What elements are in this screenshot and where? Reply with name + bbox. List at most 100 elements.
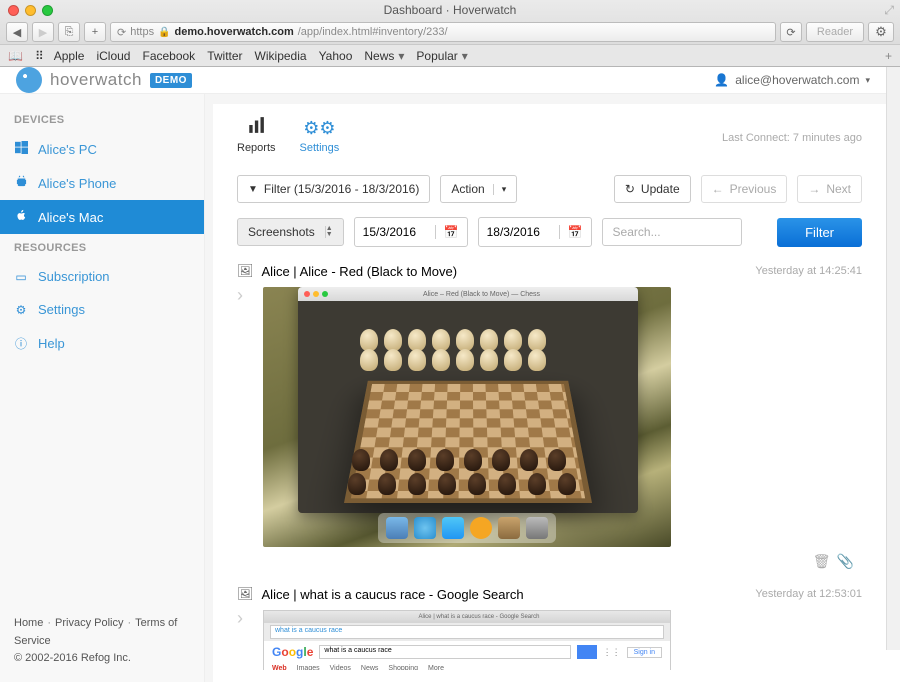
bookmarks-bar: 📖 ⠿ Apple iCloud Facebook Twitter Wikipe…: [0, 44, 900, 66]
date-from-input[interactable]: 📅: [354, 217, 468, 247]
sidebar-devices-heading: DEVICES: [0, 106, 204, 132]
trash-icon[interactable]: 🗑: [813, 553, 837, 569]
bookmarks-book-icon[interactable]: 📖: [8, 49, 23, 63]
page: hoverwatch DEMO 👤 alice@hoverwatch.com ▾…: [0, 67, 900, 650]
type-selector[interactable]: Screenshots ▲▼: [237, 218, 344, 246]
google-logo: Google: [272, 645, 313, 659]
sidebar-item-label: Alice's Phone: [38, 176, 116, 191]
chevron-down-icon: ▾: [493, 184, 507, 195]
chevron-down-icon[interactable]: ▾: [462, 49, 468, 63]
entry-title: Alice | what is a caucus race - Google S…: [262, 587, 524, 602]
entry-timestamp: Yesterday at 12:53:01: [755, 588, 862, 600]
google-search-button: [577, 645, 597, 659]
calendar-icon[interactable]: 📅: [559, 225, 591, 239]
footer-copyright: © 2002-2016 Refog Inc.: [14, 650, 190, 668]
stepper-icon[interactable]: ▲▼: [325, 226, 333, 238]
filter-label: Filter (15/3/2016 - 18/3/2016): [264, 182, 419, 196]
calendar-icon[interactable]: 📅: [435, 225, 467, 239]
bookmark-link[interactable]: Twitter: [207, 49, 242, 63]
sidebar: DEVICES Alice's PC Alice's Phone Alice's…: [0, 94, 205, 682]
previous-label: Previous: [730, 182, 777, 196]
windows-icon: [14, 141, 28, 157]
settings-gear-icon[interactable]: ⚙: [868, 22, 894, 42]
bookmark-link[interactable]: News: [364, 49, 394, 63]
reload-button[interactable]: ⟳: [780, 22, 802, 42]
sidebar-item-label: Settings: [38, 302, 85, 317]
back-button[interactable]: ◀: [6, 22, 28, 42]
window-title: Dashboard · Hoverwatch: [0, 3, 900, 17]
reload-icon[interactable]: ⟳: [117, 26, 126, 39]
bookmark-link[interactable]: Facebook: [142, 49, 195, 63]
date-from-field[interactable]: [355, 225, 435, 239]
screenshot-thumbnail[interactable]: Alice – Red (Black to Move) — Chess: [263, 287, 671, 547]
tab-settings[interactable]: ⚙⚙ Settings: [300, 118, 340, 160]
scrollbar[interactable]: [886, 67, 900, 650]
forward-button[interactable]: ▶: [32, 22, 54, 42]
image-icon: 🖼: [237, 263, 254, 279]
next-label: Next: [826, 182, 851, 196]
filter-button[interactable]: ▼ Filter (15/3/2016 - 18/3/2016): [237, 175, 430, 203]
bookmark-link[interactable]: Yahoo: [319, 49, 353, 63]
sidebar-item-phone[interactable]: Alice's Phone: [0, 166, 204, 200]
next-button[interactable]: → Next: [797, 175, 862, 203]
bookmarks-grid-icon[interactable]: ⠿: [35, 49, 42, 63]
date-to-input[interactable]: 📅: [478, 217, 592, 247]
report-entry: 🖼 Alice | Alice - Red (Black to Move) Ye…: [237, 263, 862, 570]
footer-link-privacy[interactable]: Privacy Policy: [55, 617, 123, 629]
sidebar-item-label: Subscription: [38, 269, 110, 284]
action-dropdown[interactable]: Action ▾: [440, 175, 517, 203]
tab-reports[interactable]: Reports: [237, 116, 276, 160]
scheme-label: https: [130, 26, 154, 38]
main-content: Reports ⚙⚙ Settings Last Connect: 7 minu…: [213, 104, 886, 682]
title-bar: Dashboard · Hoverwatch ⤢: [0, 0, 900, 20]
filter-submit-button[interactable]: Filter: [777, 218, 862, 247]
reader-button[interactable]: Reader: [806, 22, 864, 42]
previous-button[interactable]: ← Previous: [701, 175, 788, 203]
arrow-left-icon: ←: [712, 182, 724, 196]
arrow-right-icon: →: [808, 182, 820, 196]
share-button[interactable]: ⎘: [58, 22, 80, 42]
last-connect-text: Last Connect: 7 minutes ago: [722, 132, 862, 144]
image-icon: 🖼: [237, 586, 254, 602]
bookmark-link[interactable]: Popular: [416, 49, 457, 63]
filter-row-1: ▼ Filter (15/3/2016 - 18/3/2016) Action …: [237, 175, 862, 203]
expand-icon[interactable]: ⤢: [884, 3, 894, 18]
google-signin: Sign in: [627, 647, 662, 658]
footer-link-home[interactable]: Home: [14, 617, 43, 629]
chevron-down-icon[interactable]: ▾: [398, 49, 404, 63]
funnel-icon: ▼: [248, 184, 258, 195]
sidebar-resources-heading: RESOURCES: [0, 234, 204, 260]
sidebar-item-settings[interactable]: ⚙ Settings: [0, 293, 204, 326]
chevron-right-icon[interactable]: ›: [237, 285, 243, 306]
update-button[interactable]: ↻ Update: [614, 175, 691, 203]
bookmark-link[interactable]: Apple: [54, 49, 85, 63]
app-header: hoverwatch DEMO 👤 alice@hoverwatch.com ▾: [0, 67, 886, 94]
sidebar-item-pc[interactable]: Alice's PC: [0, 132, 204, 166]
attachment-icon[interactable]: 📎: [837, 553, 860, 569]
sidebar-item-subscription[interactable]: ▭ Subscription: [0, 260, 204, 293]
bookmark-link[interactable]: Wikipedia: [255, 49, 307, 63]
entry-header: 🖼 Alice | what is a caucus race - Google…: [237, 586, 862, 602]
bookmark-link[interactable]: iCloud: [96, 49, 130, 63]
sidebar-item-help[interactable]: ⓘ Help: [0, 326, 204, 361]
gear-icon: ⚙: [14, 303, 28, 317]
tab-label: Reports: [237, 142, 276, 154]
lock-icon: 🔒: [158, 27, 170, 38]
android-icon: [14, 175, 28, 191]
user-menu[interactable]: 👤 alice@hoverwatch.com ▾: [714, 73, 870, 87]
chevron-right-icon[interactable]: ›: [237, 608, 243, 629]
user-email: alice@hoverwatch.com: [735, 73, 859, 87]
date-to-field[interactable]: [479, 225, 559, 239]
add-tab-button[interactable]: +: [885, 49, 892, 63]
bar-chart-icon: [247, 116, 265, 139]
type-label: Screenshots: [248, 225, 315, 239]
refresh-icon: ↻: [625, 182, 635, 196]
sidebar-item-mac[interactable]: Alice's Mac: [0, 200, 204, 234]
add-button[interactable]: +: [84, 22, 106, 42]
browser-chrome: Dashboard · Hoverwatch ⤢ ◀ ▶ ⎘ + ⟳ https…: [0, 0, 900, 67]
app-body: DEVICES Alice's PC Alice's Phone Alice's…: [0, 94, 886, 682]
url-bar[interactable]: ⟳ https 🔒 demo.hoverwatch.com/app/index.…: [110, 22, 776, 42]
search-input[interactable]: [602, 218, 742, 246]
tab-label: Settings: [300, 142, 340, 154]
screenshot-thumbnail[interactable]: Alice | what is a caucus race - Google S…: [263, 610, 671, 670]
